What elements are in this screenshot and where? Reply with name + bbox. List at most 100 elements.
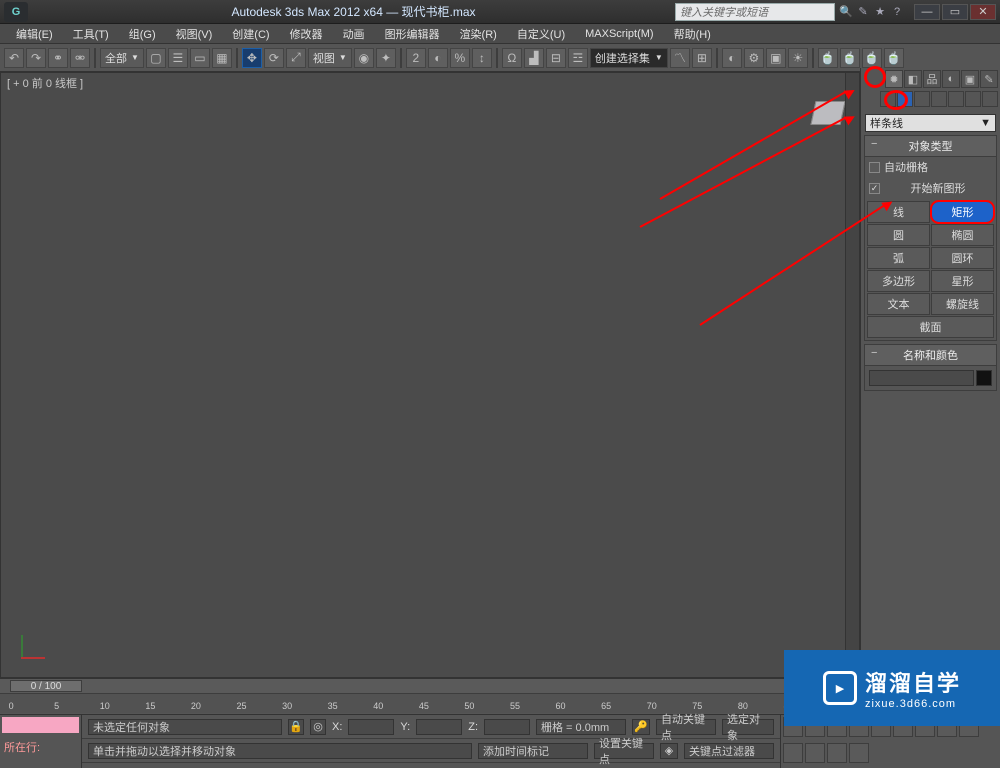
add-time-tag[interactable]: 添加时间标记 bbox=[478, 743, 588, 759]
maximize-viewport-icon[interactable] bbox=[849, 743, 869, 763]
redo-icon[interactable]: ↷ bbox=[26, 48, 46, 68]
restore-button[interactable]: ▭ bbox=[942, 4, 968, 20]
undo-icon[interactable]: ↶ bbox=[4, 48, 24, 68]
viewcube-icon[interactable] bbox=[810, 101, 845, 125]
menu-maxscript[interactable]: MAXScript(M) bbox=[575, 26, 663, 42]
modify-tab-icon[interactable]: ◧ bbox=[904, 70, 922, 88]
menu-create[interactable]: 创建(C) bbox=[222, 24, 279, 44]
named-selection-dropdown[interactable]: 创建选择集▼ bbox=[590, 48, 668, 68]
shapes-category-dropdown[interactable]: 样条线▼ bbox=[865, 114, 996, 132]
render-setup-icon[interactable]: ⚙ bbox=[744, 48, 764, 68]
create-tab-icon[interactable]: ✹ bbox=[885, 70, 903, 88]
geometry-cat-icon[interactable] bbox=[880, 91, 896, 107]
schematic-icon[interactable]: ⊞ bbox=[692, 48, 712, 68]
keyfilter-button[interactable]: 关键点过滤器 bbox=[684, 743, 774, 759]
key-icon[interactable]: ✎ bbox=[856, 5, 870, 19]
menu-views[interactable]: 视图(V) bbox=[166, 24, 223, 44]
select-icon[interactable]: ▢ bbox=[146, 48, 166, 68]
menu-modifiers[interactable]: 修改器 bbox=[280, 24, 333, 44]
star-button[interactable]: 星形 bbox=[931, 270, 994, 292]
app-logo-icon[interactable]: G bbox=[4, 2, 28, 22]
minimize-button[interactable]: — bbox=[914, 4, 940, 20]
viewport-label[interactable]: [ + 0 前 0 线框 ] bbox=[7, 75, 83, 91]
select-rotate-icon[interactable]: ⟳ bbox=[264, 48, 284, 68]
spacewarps-cat-icon[interactable] bbox=[965, 91, 981, 107]
x-input[interactable] bbox=[348, 719, 394, 735]
teapot-d-icon[interactable]: 🍵 bbox=[884, 48, 904, 68]
autogrid-checkbox[interactable] bbox=[869, 162, 880, 173]
rollout-title-namecolor[interactable]: −名称和颜色 bbox=[865, 345, 996, 366]
object-name-input[interactable] bbox=[869, 370, 974, 386]
star-icon[interactable]: ★ bbox=[873, 5, 887, 19]
utilities-tab-icon[interactable]: ✎ bbox=[980, 70, 998, 88]
menu-render[interactable]: 渲染(R) bbox=[450, 24, 507, 44]
viewport-vscrollbar[interactable] bbox=[845, 73, 859, 677]
section-button[interactable]: 截面 bbox=[867, 316, 994, 338]
setkey-button[interactable]: 设置关键点 bbox=[594, 743, 654, 759]
keysel-dropdown[interactable]: 选定对象 bbox=[722, 719, 774, 735]
close-button[interactable]: ✕ bbox=[970, 4, 996, 20]
display-tab-icon[interactable]: ▣ bbox=[961, 70, 979, 88]
curve-editor-icon[interactable]: 〽 bbox=[670, 48, 690, 68]
select-scale-icon[interactable]: ⤢ bbox=[286, 48, 306, 68]
lights-cat-icon[interactable] bbox=[914, 91, 930, 107]
line-button[interactable]: 线 bbox=[867, 201, 930, 223]
systems-cat-icon[interactable] bbox=[982, 91, 998, 107]
menu-edit[interactable]: 编辑(E) bbox=[6, 24, 63, 44]
rollout-title-objtype[interactable]: −对象类型 bbox=[865, 136, 996, 157]
menu-group[interactable]: 组(G) bbox=[119, 24, 166, 44]
selection-filter-dropdown[interactable]: 全部▼ bbox=[100, 48, 144, 68]
script-rec-bar[interactable] bbox=[2, 717, 79, 733]
menu-help[interactable]: 帮助(H) bbox=[664, 24, 721, 44]
cameras-cat-icon[interactable] bbox=[931, 91, 947, 107]
menu-customize[interactable]: 自定义(U) bbox=[507, 24, 575, 44]
snap-toggle-icon[interactable]: 2 bbox=[406, 48, 426, 68]
ellipse-button[interactable]: 椭圆 bbox=[931, 224, 994, 246]
render-icon[interactable]: ☀ bbox=[788, 48, 808, 68]
setkey-big-icon[interactable]: ◈ bbox=[660, 743, 678, 759]
select-region-icon[interactable]: ▭ bbox=[190, 48, 210, 68]
time-slider-thumb[interactable]: 0 / 100 bbox=[10, 680, 82, 692]
rectangle-button[interactable]: 矩形 bbox=[931, 201, 994, 223]
helpers-cat-icon[interactable] bbox=[948, 91, 964, 107]
menu-anim[interactable]: 动画 bbox=[333, 24, 375, 44]
menu-tools[interactable]: 工具(T) bbox=[63, 24, 119, 44]
donut-button[interactable]: 圆环 bbox=[931, 247, 994, 269]
startnew-checkbox[interactable]: ✓ bbox=[869, 183, 880, 194]
manip-icon[interactable]: ✦ bbox=[376, 48, 396, 68]
pan-icon[interactable] bbox=[805, 743, 825, 763]
link-icon[interactable]: ⚭ bbox=[48, 48, 68, 68]
menu-grapheditors[interactable]: 图形编辑器 bbox=[375, 24, 450, 44]
autokey-button[interactable]: 自动关键点 bbox=[656, 719, 716, 735]
teapot-a-icon[interactable]: 🍵 bbox=[818, 48, 838, 68]
render-frame-icon[interactable]: ▣ bbox=[766, 48, 786, 68]
isolate-icon[interactable]: ◎ bbox=[310, 719, 326, 735]
angle-snap-icon[interactable]: ◐ bbox=[428, 48, 448, 68]
search-icon[interactable]: 🔍 bbox=[839, 5, 853, 19]
teapot-b-icon[interactable]: 🍵 bbox=[840, 48, 860, 68]
selection-lock-icon[interactable]: Ω bbox=[502, 48, 522, 68]
object-color-swatch[interactable] bbox=[976, 370, 992, 386]
help-search-input[interactable]: 键入关键字或短语 bbox=[675, 3, 835, 21]
ngon-button[interactable]: 多边形 bbox=[867, 270, 930, 292]
select-move-icon[interactable]: ✥ bbox=[242, 48, 262, 68]
unlink-icon[interactable]: ⚮ bbox=[70, 48, 90, 68]
time-slider[interactable]: 0 / 100 bbox=[0, 679, 860, 693]
circle-button[interactable]: 圆 bbox=[867, 224, 930, 246]
spinner-snap-icon[interactable]: ↕ bbox=[472, 48, 492, 68]
percent-snap-icon[interactable]: % bbox=[450, 48, 470, 68]
hierarchy-tab-icon[interactable]: 品 bbox=[923, 70, 941, 88]
z-input[interactable] bbox=[484, 719, 530, 735]
select-name-icon[interactable]: ☰ bbox=[168, 48, 188, 68]
help-icon[interactable]: ? bbox=[890, 5, 904, 19]
helix-button[interactable]: 螺旋线 bbox=[931, 293, 994, 315]
pivot-icon[interactable]: ◉ bbox=[354, 48, 374, 68]
orbit-icon[interactable] bbox=[827, 743, 847, 763]
y-input[interactable] bbox=[416, 719, 462, 735]
motion-tab-icon[interactable]: ◐ bbox=[942, 70, 960, 88]
key-mode-icon[interactable]: 🔑 bbox=[632, 719, 650, 735]
shapes-cat-icon[interactable] bbox=[897, 91, 913, 107]
align-icon[interactable]: ⊟ bbox=[546, 48, 566, 68]
ref-coord-dropdown[interactable]: 视图▼ bbox=[308, 48, 352, 68]
window-crossing-icon[interactable]: ▦ bbox=[212, 48, 232, 68]
